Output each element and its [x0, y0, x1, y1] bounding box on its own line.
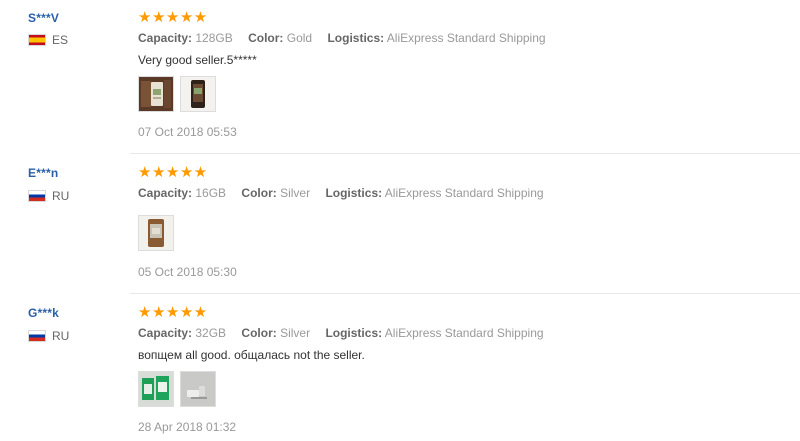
- review-date: 28 Apr 2018 01:32: [138, 420, 237, 434]
- review-photos: [138, 215, 174, 251]
- country-code: RU: [52, 189, 70, 203]
- review-item: G***k RU ★★★★★ Capacity: 32GB Color: Sil…: [0, 294, 800, 441]
- logistics-label: Logistics:: [327, 31, 385, 45]
- star-rating: ★★★★★: [138, 164, 208, 181]
- product-attributes: Capacity: 128GB Color: Gold Logistics: A…: [138, 31, 546, 45]
- buyer-name[interactable]: S***V: [28, 11, 59, 25]
- review-photo-thumbnail[interactable]: [180, 76, 216, 112]
- capacity-label: Capacity:: [138, 326, 193, 340]
- review-date: 07 Oct 2018 05:53: [138, 125, 237, 139]
- spain-flag-icon: [28, 34, 46, 46]
- color-label: Color:: [241, 326, 277, 340]
- buyer-country: RU: [28, 329, 69, 343]
- capacity-label: Capacity:: [138, 31, 193, 45]
- logistics-value: AliExpress Standard Shipping: [384, 326, 544, 340]
- capacity-value: 128GB: [195, 31, 233, 45]
- buyer-country: RU: [28, 189, 69, 203]
- review-photo-thumbnail[interactable]: [138, 215, 174, 251]
- color-value: Silver: [280, 186, 311, 200]
- review-comment: вопщем all good. общалась not the seller…: [138, 348, 365, 362]
- logistics-label: Logistics:: [325, 326, 383, 340]
- review-photos: [138, 76, 216, 112]
- capacity-value: 16GB: [195, 186, 227, 200]
- logistics-label: Logistics:: [325, 186, 383, 200]
- review-item: S***V ES ★★★★★ Capacity: 128GB Color: Go…: [0, 0, 800, 154]
- review-item: E***n RU ★★★★★ Capacity: 16GB Color: Sil…: [0, 154, 800, 294]
- star-rating: ★★★★★: [138, 304, 208, 321]
- color-label: Color:: [248, 31, 284, 45]
- color-label: Color:: [241, 186, 277, 200]
- product-attributes: Capacity: 32GB Color: Silver Logistics: …: [138, 326, 544, 340]
- buyer-name[interactable]: G***k: [28, 306, 59, 320]
- color-value: Gold: [286, 31, 313, 45]
- russia-flag-icon: [28, 330, 46, 342]
- review-comment: Very good seller.5*****: [138, 53, 257, 67]
- color-value: Silver: [280, 326, 311, 340]
- review-photo-thumbnail[interactable]: [138, 76, 174, 112]
- review-date: 05 Oct 2018 05:30: [138, 265, 237, 279]
- russia-flag-icon: [28, 190, 46, 202]
- capacity-label: Capacity:: [138, 186, 193, 200]
- star-rating: ★★★★★: [138, 9, 208, 26]
- review-photos: [138, 371, 216, 407]
- country-code: ES: [52, 33, 69, 47]
- product-attributes: Capacity: 16GB Color: Silver Logistics: …: [138, 186, 544, 200]
- buyer-name[interactable]: E***n: [28, 166, 58, 180]
- country-code: RU: [52, 329, 70, 343]
- review-photo-thumbnail[interactable]: [138, 371, 174, 407]
- buyer-country: ES: [28, 33, 68, 47]
- review-photo-thumbnail[interactable]: [180, 371, 216, 407]
- logistics-value: AliExpress Standard Shipping: [384, 186, 544, 200]
- capacity-value: 32GB: [195, 326, 227, 340]
- logistics-value: AliExpress Standard Shipping: [386, 31, 546, 45]
